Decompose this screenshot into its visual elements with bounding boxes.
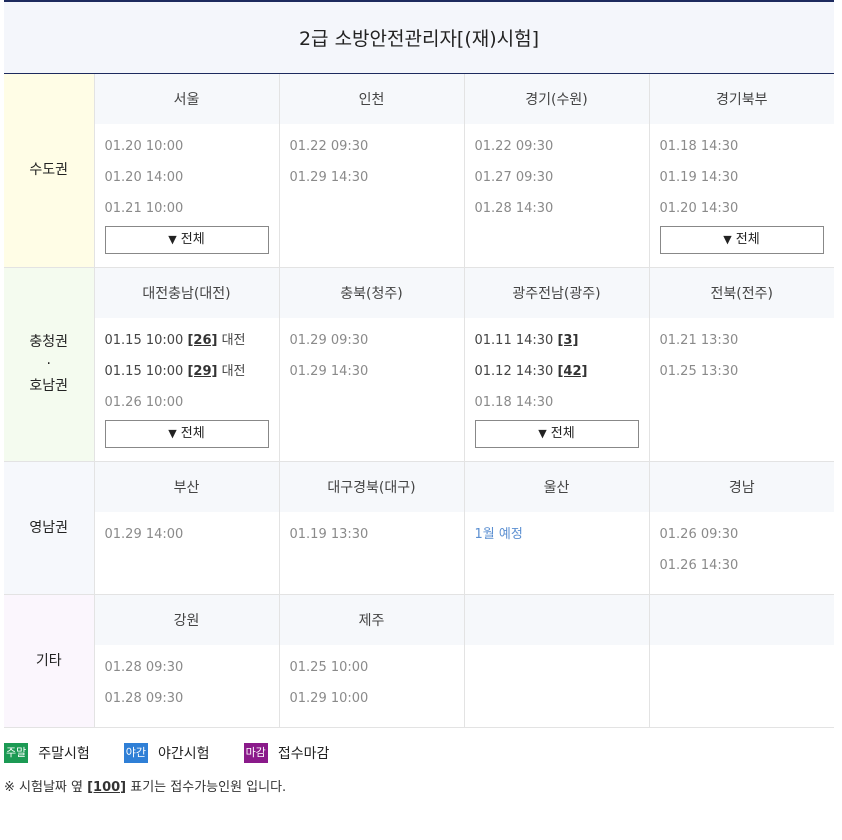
show-all-button[interactable]: ▼ 전체 xyxy=(659,226,824,254)
exam-date[interactable]: 01.28 09:30 xyxy=(105,657,279,688)
empty-cell xyxy=(649,594,834,728)
city-name: 대전충남(대전) xyxy=(94,267,279,318)
city-name: 부산 xyxy=(94,461,279,512)
city-cell-gyeongnam: 경남 01.26 09:30 01.26 14:30 xyxy=(649,461,835,595)
exam-date[interactable]: 01.28 14:30 xyxy=(475,198,649,229)
exam-date[interactable]: 01.25 10:00 xyxy=(290,657,464,688)
exam-schedule: 2급 소방안전관리자[(재)시험] 수도권 서울 01.20 10:00 01.… xyxy=(4,0,834,795)
city-name: 경기(수원) xyxy=(464,74,649,124)
city-cell-jeonbuk: 전북(전주) 01.21 13:30 01.25 13:30 xyxy=(649,267,835,462)
city-name: 경남 xyxy=(649,461,834,512)
capacity-count: [3] xyxy=(557,332,579,348)
night-badge: 야간 xyxy=(123,742,149,763)
city-name: 충북(청주) xyxy=(279,267,464,318)
planned-notice: 1월 예정 xyxy=(474,526,523,542)
closed-badge: 마감 xyxy=(243,742,268,763)
exam-date[interactable]: 01.20 14:30 xyxy=(660,198,835,229)
show-all-button[interactable]: ▼ 전체 xyxy=(104,419,269,448)
capacity-count: [42] xyxy=(557,363,588,379)
city-cell-chungbuk: 충북(청주) 01.29 09:30 01.29 14:30 xyxy=(279,267,465,462)
exam-date[interactable]: 01.25 13:30 xyxy=(660,361,835,392)
city-cell-ulsan: 울산 1월 예정 xyxy=(464,461,650,595)
region-row-chungcheong-honam: 충청권 · 호남권 대전충남(대전) 01.15 10:00 [26] 대전 0… xyxy=(4,267,835,462)
exam-date[interactable]: 01.15 10:00 [29] 대전 xyxy=(105,361,279,392)
exam-date[interactable]: 01.21 13:30 xyxy=(660,330,835,361)
city-name: 울산 xyxy=(464,461,649,512)
city-cell-daejeon: 대전충남(대전) 01.15 10:00 [26] 대전 01.15 10:00… xyxy=(94,267,280,462)
triangle-down-icon: ▼ xyxy=(168,426,177,440)
city-cell-incheon: 인천 01.22 09:30 01.29 14:30 xyxy=(279,74,465,268)
exam-date[interactable]: 01.29 14:30 xyxy=(290,361,464,392)
capacity-count: [26] xyxy=(187,332,218,348)
city-name: 제주 xyxy=(279,594,464,645)
exam-date[interactable]: 01.20 10:00 xyxy=(105,136,279,167)
exam-date[interactable]: 01.27 09:30 xyxy=(475,167,649,198)
triangle-down-icon: ▼ xyxy=(168,233,177,246)
city-cell-daegu: 대구경북(대구) 01.19 13:30 xyxy=(279,461,465,595)
page-title: 2급 소방안전관리자[(재)시험] xyxy=(4,0,834,74)
city-name: 전북(전주) xyxy=(649,267,834,318)
city-cell-gyeonggi-suwon: 경기(수원) 01.22 09:30 01.27 09:30 01.28 14:… xyxy=(464,74,650,268)
exam-date[interactable]: 01.20 14:00 xyxy=(105,167,279,198)
city-name: 대구경북(대구) xyxy=(279,461,464,512)
exam-date[interactable]: 01.26 10:00 xyxy=(105,392,279,423)
exam-date[interactable]: 01.22 09:30 xyxy=(475,136,649,167)
city-cell-seoul: 서울 01.20 10:00 01.20 14:00 01.21 10:00 ▼… xyxy=(94,74,280,268)
city-cell-gwangju: 광주전남(광주) 01.11 14:30 [3] 01.12 14:30 [42… xyxy=(464,267,650,462)
city-name: 광주전남(광주) xyxy=(464,267,649,318)
city-name: 강원 xyxy=(94,594,279,645)
region-label: 충청권 · 호남권 xyxy=(4,267,95,462)
exam-date[interactable]: 01.26 14:30 xyxy=(660,555,835,586)
region-row-sudo: 수도권 서울 01.20 10:00 01.20 14:00 01.21 10:… xyxy=(4,74,835,268)
capacity-note: ※ 시험날짜 옆 [100] 표기는 접수가능인원 입니다. xyxy=(4,779,287,795)
exam-date[interactable]: 01.21 10:00 xyxy=(105,198,279,229)
exam-date[interactable]: 01.12 14:30 [42] xyxy=(475,361,649,392)
exam-date[interactable]: 01.29 09:30 xyxy=(290,330,464,361)
triangle-down-icon: ▼ xyxy=(723,233,732,246)
region-row-yeongnam: 영남권 부산 01.29 14:00 대구경북(대구) 01.19 13:30 … xyxy=(4,461,835,595)
region-label: 영남권 xyxy=(4,461,95,595)
legend: 주말 주말시험 야간 야간시험 마감 접수마감 xyxy=(4,740,834,766)
city-name: 인천 xyxy=(279,74,464,124)
exam-date[interactable]: 01.18 14:30 xyxy=(475,392,649,423)
exam-date[interactable]: 01.15 10:00 [26] 대전 xyxy=(105,330,279,361)
exam-date[interactable]: 01.29 10:00 xyxy=(290,688,464,719)
region-label: 기타 xyxy=(4,594,95,728)
region-row-etc: 기타 강원 01.28 09:30 01.28 09:30 제주 01.25 1… xyxy=(4,594,834,728)
city-cell-jeju: 제주 01.25 10:00 01.29 10:00 xyxy=(279,594,465,728)
capacity-count: [29] xyxy=(187,363,218,379)
exam-date[interactable]: 01.29 14:00 xyxy=(105,524,279,555)
legend-weekend: 주말 주말시험 xyxy=(4,742,90,763)
region-label: 수도권 xyxy=(4,74,95,268)
weekend-badge: 주말 xyxy=(4,742,29,763)
city-name: 서울 xyxy=(94,74,279,124)
exam-date[interactable]: 01.11 14:30 [3] xyxy=(475,330,649,361)
city-cell-gangwon: 강원 01.28 09:30 01.28 09:30 xyxy=(94,594,280,728)
city-name: 경기북부 xyxy=(649,74,834,124)
triangle-down-icon: ▼ xyxy=(538,426,547,440)
exam-date[interactable]: 01.26 09:30 xyxy=(660,524,835,555)
empty-cell xyxy=(464,594,650,728)
exam-date[interactable]: 01.28 09:30 xyxy=(105,688,279,719)
exam-date[interactable]: 01.19 13:30 xyxy=(290,524,464,555)
schedule-table: 수도권 서울 01.20 10:00 01.20 14:00 01.21 10:… xyxy=(4,74,834,728)
exam-date[interactable]: 01.18 14:30 xyxy=(660,136,835,167)
exam-date[interactable]: 01.19 14:30 xyxy=(660,167,835,198)
city-cell-busan: 부산 01.29 14:00 xyxy=(94,461,280,595)
show-all-button[interactable]: ▼ 전체 xyxy=(104,226,269,254)
exam-date[interactable]: 01.29 14:30 xyxy=(290,167,464,198)
city-cell-gyeonggi-north: 경기북부 01.18 14:30 01.19 14:30 01.20 14:30… xyxy=(649,74,835,268)
legend-night: 야간 야간시험 xyxy=(123,742,210,763)
legend-closed: 마감 접수마감 xyxy=(243,742,329,763)
show-all-button[interactable]: ▼ 전체 xyxy=(474,419,639,448)
exam-date[interactable]: 01.22 09:30 xyxy=(290,136,464,167)
